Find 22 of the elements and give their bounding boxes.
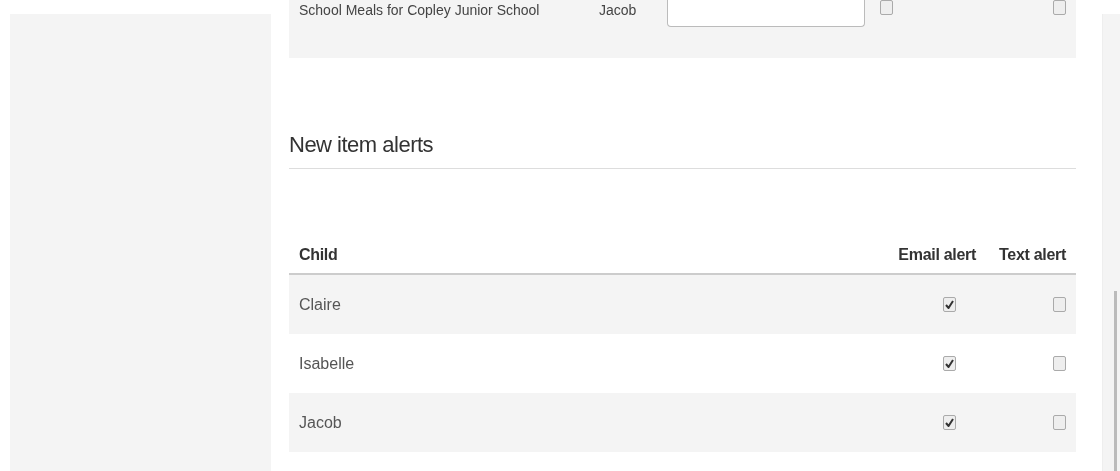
column-header: Child	[299, 246, 338, 264]
checkbox[interactable]	[1053, 297, 1066, 312]
table-cell-text: Isabelle	[299, 354, 356, 373]
checkbox[interactable]	[880, 0, 893, 15]
checkbox[interactable]	[943, 297, 956, 312]
table-cell-text: Jacob	[599, 1, 638, 18]
check-icon	[945, 418, 954, 427]
table-cell-text: School Meals for Copley Junior School	[299, 1, 541, 18]
checkbox[interactable]	[943, 415, 956, 430]
column-header: Email alert	[898, 246, 976, 264]
checkbox[interactable]	[1053, 0, 1066, 15]
checkbox[interactable]	[1053, 356, 1066, 371]
table-cell-text: Claire	[299, 295, 342, 314]
table-cell-text: Jacob	[299, 413, 343, 432]
input-field[interactable]	[667, 0, 865, 27]
checkbox[interactable]	[1053, 415, 1066, 430]
section-heading: New item alerts	[289, 132, 1076, 169]
check-icon	[945, 300, 954, 309]
scrollbar[interactable]	[1102, 14, 1120, 471]
column-header: Text alert	[999, 246, 1066, 264]
check-icon	[945, 359, 954, 368]
checkbox[interactable]	[943, 356, 956, 371]
